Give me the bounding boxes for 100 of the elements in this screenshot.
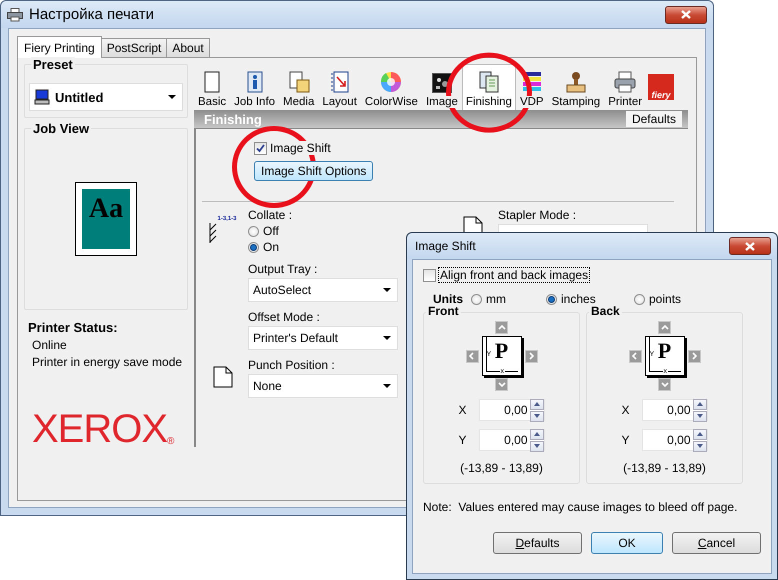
field-label: Punch Position : <box>248 358 336 372</box>
number-field[interactable]: 0,00 <box>478 399 544 421</box>
page-icon <box>213 366 233 388</box>
window-title: Настройка печати <box>29 6 156 23</box>
spin-down-button[interactable] <box>692 410 706 422</box>
shift-right-button[interactable] <box>524 350 538 362</box>
toolbar-tab[interactable]: ColorWise <box>360 69 422 110</box>
dropdown[interactable]: Printer's Default <box>248 326 398 350</box>
shift-down-button[interactable] <box>495 378 508 391</box>
ok-button[interactable]: OK <box>591 532 663 554</box>
brand-logo: XEROX® <box>31 409 176 449</box>
shift-right-button[interactable] <box>688 350 700 362</box>
group-title: Front <box>426 304 461 318</box>
checkmark-icon <box>256 144 265 152</box>
triangle-down-icon <box>534 414 540 418</box>
range-text: (-13,89 - 13,89) <box>460 461 543 475</box>
printer-icon <box>7 8 23 22</box>
tab[interactable]: About <box>166 38 210 57</box>
field-label: Y <box>622 433 631 447</box>
page-letter: P <box>658 340 672 362</box>
chevron-up-icon <box>496 322 506 332</box>
image-shift-options-button[interactable]: Image Shift Options <box>254 161 374 181</box>
radio-button[interactable] <box>634 294 645 304</box>
number-field[interactable]: 0,00 <box>642 399 708 421</box>
chevron-down-icon <box>660 380 670 390</box>
blank-page-icon <box>204 71 220 93</box>
info-page-icon <box>246 71 263 93</box>
range-text: (-13,89 - 13,89) <box>623 461 706 475</box>
radio-button[interactable] <box>248 242 259 252</box>
page-letter: P <box>494 340 508 362</box>
triangle-down-icon <box>534 444 540 448</box>
toolbar-tab[interactable]: Finishing <box>462 64 516 110</box>
triangle-up-icon <box>696 402 702 406</box>
tab[interactable]: PostScript <box>100 38 168 57</box>
field-label: Collate : <box>248 208 292 222</box>
spin-down-button[interactable] <box>530 410 544 422</box>
caret-icon <box>383 384 391 388</box>
dropdown[interactable]: AutoSelect <box>248 278 398 302</box>
toolbar-tab[interactable]: Layout <box>318 69 361 110</box>
note-text: Note: Values entered may cause images to bleed off page. <box>423 500 738 514</box>
toolbar-tab[interactable]: Stamping <box>548 69 604 110</box>
close-button[interactable] <box>665 6 707 24</box>
color-stripes-icon <box>522 71 542 93</box>
shift-left-button[interactable] <box>628 350 642 362</box>
triangle-down-icon <box>696 414 702 418</box>
radio-label: On <box>263 240 280 254</box>
pages-icon <box>288 71 310 93</box>
radio-button[interactable] <box>546 294 557 304</box>
chevron-down-icon <box>496 380 506 390</box>
preset-dropdown[interactable]: Untitled <box>29 83 183 111</box>
close-button[interactable] <box>729 237 771 255</box>
color-wheel-icon <box>380 71 402 93</box>
shift-down-button[interactable] <box>658 378 671 391</box>
brand-logo: fiery <box>648 74 674 100</box>
stamp-icon <box>564 71 587 93</box>
dialog-button[interactable]: Defaults <box>493 532 582 554</box>
spin-down-button[interactable] <box>692 440 706 452</box>
chevron-up-icon <box>660 322 670 332</box>
toolbar-tab[interactable]: VDP <box>516 69 548 110</box>
shift-up-button[interactable] <box>495 321 508 334</box>
shift-left-button[interactable] <box>466 350 478 362</box>
radio-button[interactable] <box>471 294 482 304</box>
spin-up-button[interactable] <box>530 398 544 410</box>
checkbox[interactable] <box>254 142 267 154</box>
toolbar-tab[interactable]: Basic <box>194 69 230 110</box>
spin-down-button[interactable] <box>530 440 544 452</box>
checkbox-label: Image Shift <box>270 141 331 155</box>
shift-up-button[interactable] <box>658 321 671 334</box>
radio-label: inches <box>561 292 596 306</box>
dropdown[interactable]: None <box>248 374 398 398</box>
checkbox[interactable] <box>423 268 436 282</box>
printer-icon <box>614 71 636 93</box>
group-title: Preset <box>31 57 75 72</box>
radio-label: Off <box>263 224 279 238</box>
toolbar-tab[interactable]: Media <box>279 69 318 110</box>
number-field[interactable]: 0,00 <box>642 429 708 451</box>
spin-up-button[interactable] <box>692 428 706 440</box>
defaults-button[interactable]: Defaults <box>626 111 682 127</box>
dialog-button[interactable]: Cancel <box>672 532 761 554</box>
radio-button[interactable] <box>248 226 259 236</box>
spin-up-button[interactable] <box>692 398 706 410</box>
field-label: Y <box>458 433 468 447</box>
computer-icon <box>34 89 50 105</box>
radio-label: mm <box>486 292 506 306</box>
field-label: X <box>458 403 468 417</box>
status-text: Online <box>31 338 68 352</box>
radio-label: points <box>649 292 682 306</box>
checkbox-label: Align front and back images <box>439 268 590 282</box>
caret-icon <box>383 288 391 292</box>
toolbar-tab[interactable]: Job Info <box>230 69 280 110</box>
spin-up-button[interactable] <box>530 428 544 440</box>
triangle-up-icon <box>696 432 702 436</box>
page-preview: Aa <box>75 182 137 256</box>
number-field[interactable]: 0,00 <box>478 429 544 451</box>
layout-page-icon <box>330 71 349 93</box>
toolbar-tab[interactable]: Image <box>422 69 462 110</box>
toolbar-tab[interactable]: Printer <box>604 69 646 110</box>
tab[interactable]: Fiery Printing <box>17 36 102 58</box>
triangle-up-icon <box>534 402 540 406</box>
field-label: Offset Mode : <box>248 310 321 324</box>
